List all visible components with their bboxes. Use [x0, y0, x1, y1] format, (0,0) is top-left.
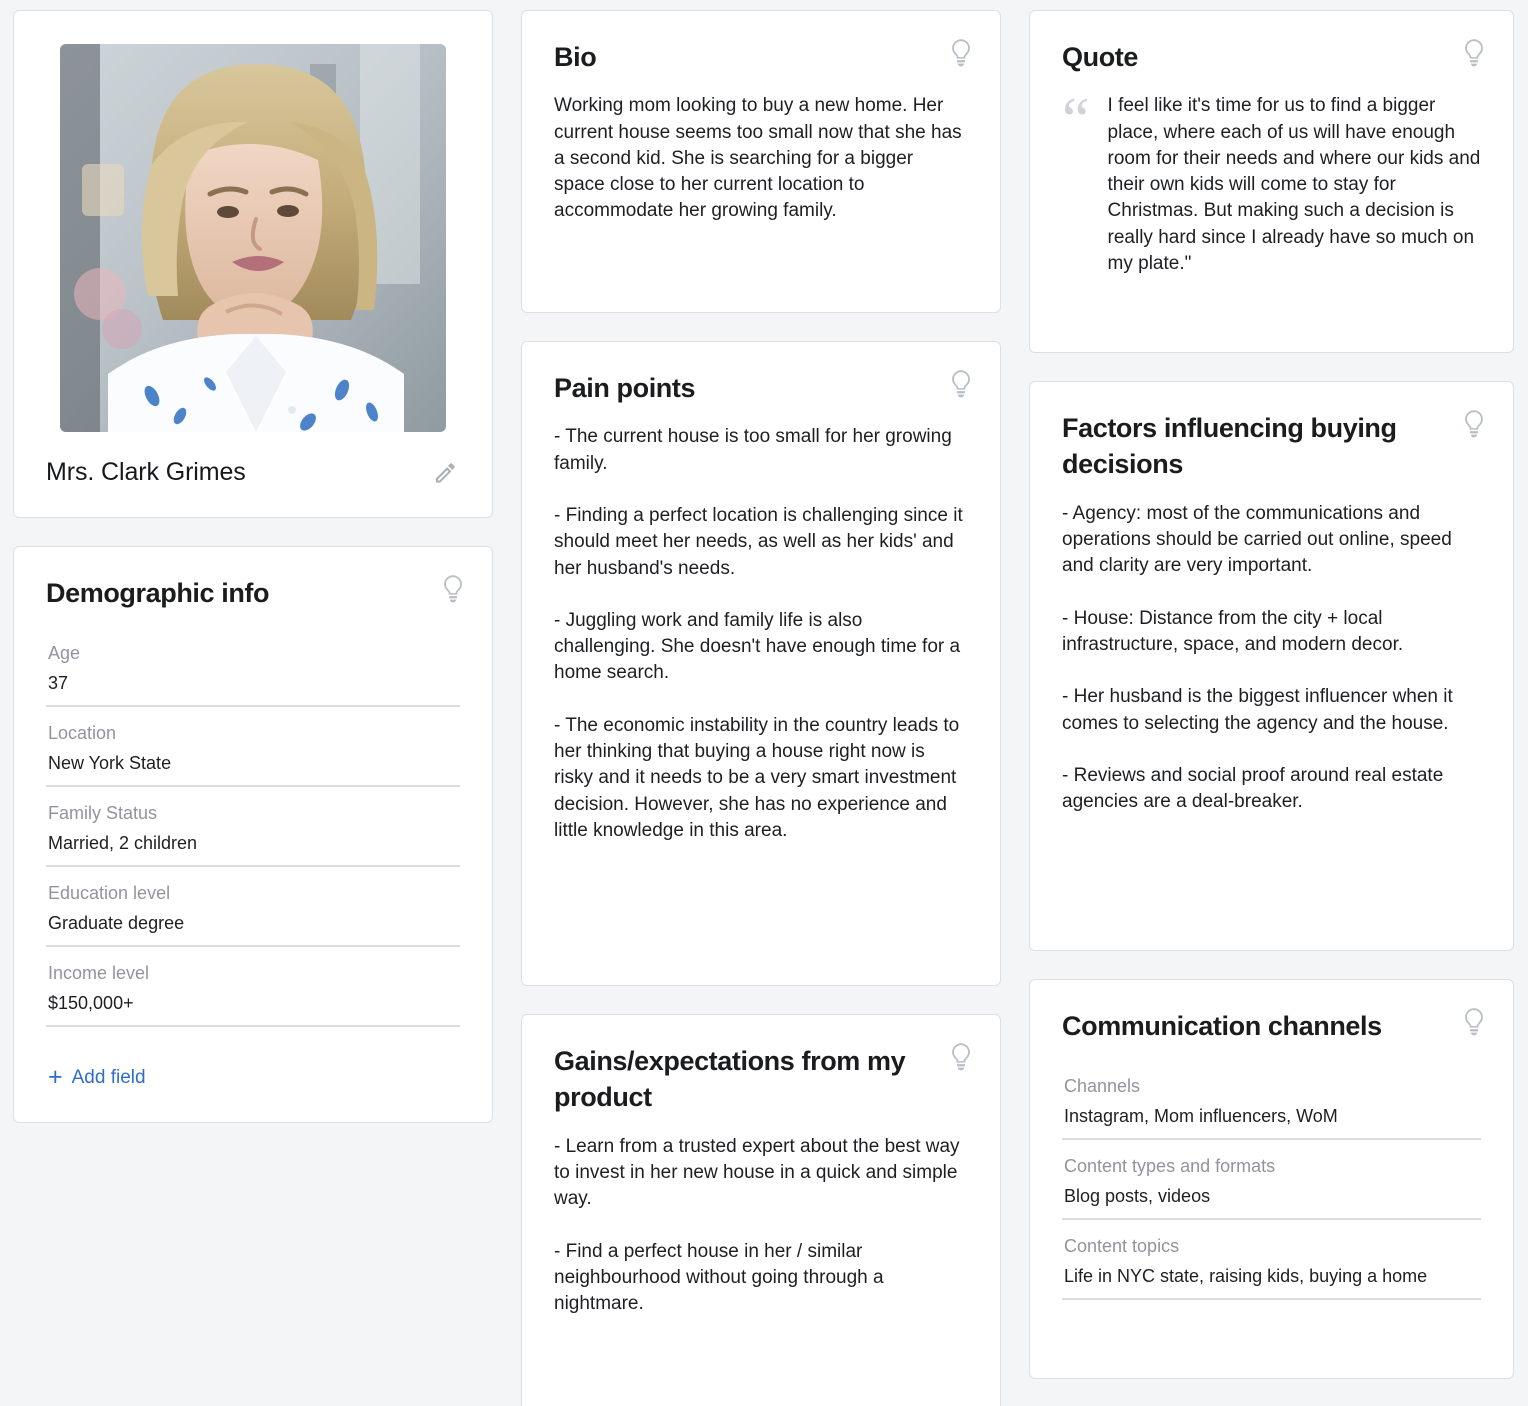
field-label: Channels: [1062, 1062, 1481, 1106]
field-age: Age 37: [46, 629, 460, 707]
card-title: Quote: [1062, 39, 1423, 75]
factors-influencing-buying-decisions-card: Factors influencing buying decisions - A…: [1029, 381, 1514, 951]
field-value[interactable]: Instagram, Mom influencers, WoM: [1062, 1106, 1481, 1140]
profile-card: Mrs. Clark Grimes: [13, 10, 493, 518]
plus-icon: +: [48, 1065, 63, 1090]
quote-mark-icon: “: [1062, 95, 1090, 146]
communication-channels-card: Communication channels Channels Instagra…: [1029, 979, 1514, 1379]
field-income-level: Income level $150,000+: [46, 949, 460, 1027]
field-value[interactable]: Graduate degree: [46, 913, 460, 947]
factors-text[interactable]: - Agency: most of the communications and…: [1062, 501, 1481, 816]
lightbulb-icon[interactable]: [1461, 409, 1487, 439]
field-content-topics: Content topics Life in NYC state, raisin…: [1062, 1222, 1481, 1300]
lightbulb-icon[interactable]: [948, 38, 974, 68]
gains-text[interactable]: - Learn from a trusted expert about the …: [554, 1134, 968, 1318]
persona-name: Mrs. Clark Grimes: [46, 458, 246, 487]
field-label: Content types and formats: [1062, 1142, 1481, 1186]
persona-name-row: Mrs. Clark Grimes: [46, 458, 458, 487]
persona-board: Mrs. Clark Grimes Demographic info Age 3…: [0, 0, 1528, 1406]
pencil-icon[interactable]: [432, 460, 458, 486]
quote-text[interactable]: I feel like it's time for us to find a b…: [1108, 93, 1481, 277]
field-value[interactable]: Life in NYC state, raising kids, buying …: [1062, 1266, 1481, 1300]
middle-column: Bio Working mom looking to buy a new hom…: [521, 10, 1001, 1406]
field-label: Family Status: [46, 789, 460, 833]
field-label: Content topics: [1062, 1222, 1481, 1266]
pain-points-card: Pain points - The current house is too s…: [521, 341, 1001, 986]
quote-body: “ I feel like it's time for us to find a…: [1062, 93, 1481, 277]
field-value[interactable]: Blog posts, videos: [1062, 1186, 1481, 1220]
gains-expectations-card: Gains/expectations from my product - Lea…: [521, 1014, 1001, 1406]
card-title: Factors influencing buying decisions: [1062, 410, 1423, 483]
bio-card: Bio Working mom looking to buy a new hom…: [521, 10, 1001, 313]
field-channels: Channels Instagram, Mom influencers, WoM: [1062, 1062, 1481, 1140]
left-column: Mrs. Clark Grimes Demographic info Age 3…: [13, 10, 493, 1123]
field-label: Age: [46, 629, 460, 673]
card-title: Communication channels: [1062, 1008, 1423, 1044]
lightbulb-icon[interactable]: [948, 369, 974, 399]
demographic-info-card: Demographic info Age 37 Location New Yor…: [13, 546, 493, 1123]
field-value[interactable]: 37: [46, 673, 460, 707]
pain-points-text[interactable]: - The current house is too small for her…: [554, 424, 968, 844]
field-location: Location New York State: [46, 709, 460, 787]
field-label: Education level: [46, 869, 460, 913]
right-column: Quote “ I feel like it's time for us to …: [1029, 10, 1514, 1379]
field-family-status: Family Status Married, 2 children: [46, 789, 460, 867]
card-title: Demographic info: [46, 575, 402, 611]
field-value[interactable]: $150,000+: [46, 993, 460, 1027]
lightbulb-icon[interactable]: [1461, 38, 1487, 68]
field-content-types-and-formats: Content types and formats Blog posts, vi…: [1062, 1142, 1481, 1220]
field-education-level: Education level Graduate degree: [46, 869, 460, 947]
add-field-button[interactable]: + Add field: [46, 1063, 460, 1092]
field-label: Location: [46, 709, 460, 753]
field-label: Income level: [46, 949, 460, 993]
add-field-label: Add field: [72, 1067, 146, 1089]
quote-card: Quote “ I feel like it's time for us to …: [1029, 10, 1514, 353]
lightbulb-icon[interactable]: [948, 1042, 974, 1072]
lightbulb-icon[interactable]: [1461, 1007, 1487, 1037]
persona-photo[interactable]: [60, 44, 446, 432]
field-value[interactable]: New York State: [46, 753, 460, 787]
bio-text[interactable]: Working mom looking to buy a new home. H…: [554, 93, 968, 224]
card-title: Pain points: [554, 370, 910, 406]
card-title: Bio: [554, 39, 910, 75]
card-title: Gains/expectations from my product: [554, 1043, 910, 1116]
field-value[interactable]: Married, 2 children: [46, 833, 460, 867]
lightbulb-icon[interactable]: [440, 574, 466, 604]
